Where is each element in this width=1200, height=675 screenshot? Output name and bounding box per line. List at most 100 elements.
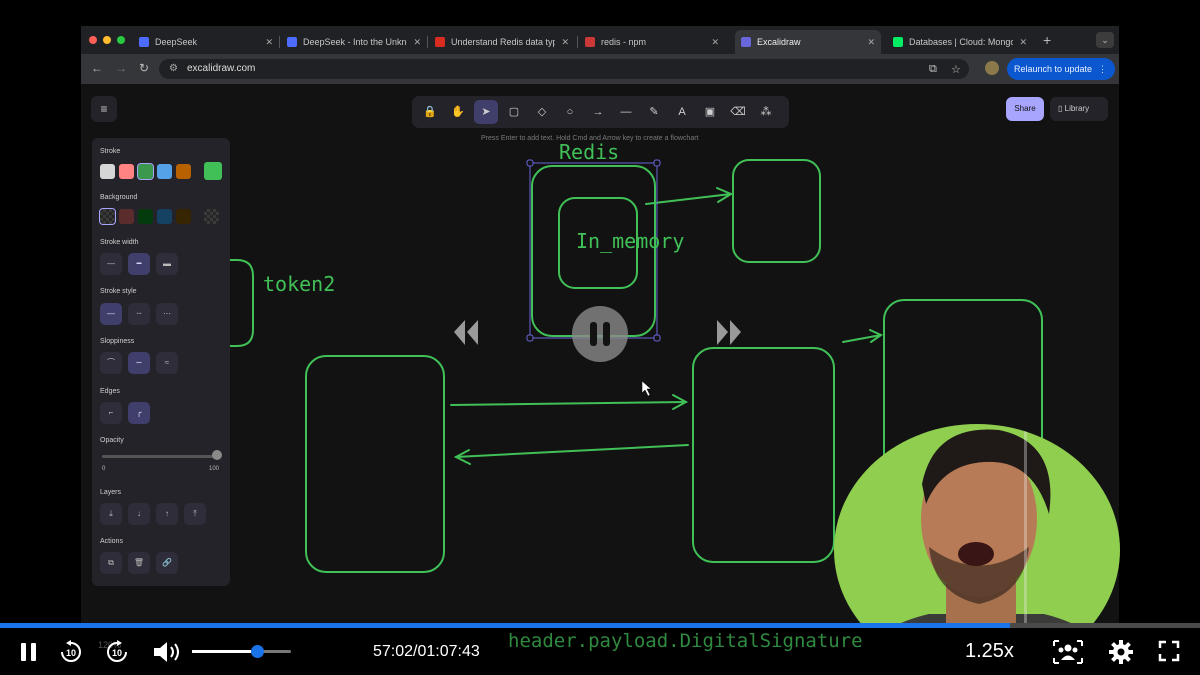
send-backward-button[interactable]: ↓ bbox=[128, 503, 150, 525]
bring-forward-button[interactable]: ↑ bbox=[156, 503, 178, 525]
arrow-icon[interactable]: → bbox=[586, 100, 610, 124]
tab-close-icon[interactable]: ✕ bbox=[1019, 37, 1027, 48]
stroke-width-extra-bold-button[interactable]: ▬ bbox=[156, 253, 178, 275]
share-button[interactable]: Share bbox=[1006, 97, 1044, 121]
opacity-slider[interactable] bbox=[102, 455, 218, 458]
line-icon[interactable]: — bbox=[614, 100, 638, 124]
relaunch-to-update-button[interactable]: Relaunch to update ⋮ bbox=[1007, 58, 1115, 80]
browser-tab[interactable]: redis - npm ✕ bbox=[579, 30, 725, 54]
bring-to-front-button[interactable]: ⤒ bbox=[184, 503, 206, 525]
browser-tab[interactable]: Understand Redis data typ ✕ bbox=[429, 30, 575, 54]
background-color-swatch[interactable] bbox=[176, 209, 191, 224]
current-stroke-color[interactable] bbox=[204, 162, 222, 180]
lock-icon[interactable]: 🔒 bbox=[418, 100, 442, 124]
participants-icon[interactable] bbox=[1052, 639, 1084, 665]
tab-favicon-icon bbox=[893, 37, 903, 47]
edges-round-button[interactable]: ╭ bbox=[128, 402, 150, 424]
profile-avatar[interactable] bbox=[985, 61, 999, 75]
tab-search-button[interactable]: ⌄ bbox=[1096, 32, 1114, 48]
left-large-box[interactable] bbox=[305, 355, 445, 573]
tab-close-icon[interactable]: ✕ bbox=[561, 37, 569, 48]
browser-tab[interactable]: DeepSeek ✕ bbox=[133, 30, 279, 54]
tab-close-icon[interactable]: ✕ bbox=[265, 37, 273, 48]
fullscreen-icon[interactable] bbox=[1158, 640, 1180, 662]
duplicate-button[interactable]: ⧉ bbox=[100, 552, 122, 574]
back-button[interactable]: ← bbox=[91, 61, 103, 75]
stroke-color-swatch[interactable] bbox=[157, 164, 172, 179]
properties-panel: Stroke Background Stroke width — ━ ▬ Str… bbox=[92, 138, 230, 586]
background-color-swatch[interactable] bbox=[138, 209, 153, 224]
token-box-partial[interactable] bbox=[228, 259, 254, 347]
forward-button[interactable]: → bbox=[115, 61, 127, 75]
background-color-swatch[interactable] bbox=[157, 209, 172, 224]
stroke-width-thin-button[interactable]: — bbox=[100, 253, 122, 275]
center-right-box[interactable] bbox=[692, 347, 835, 563]
stroke-color-swatch[interactable] bbox=[137, 163, 154, 180]
rectangle-icon[interactable]: ▢ bbox=[502, 100, 526, 124]
playback-speed-button[interactable]: 1.25x bbox=[965, 640, 1014, 663]
eraser-icon[interactable]: ⌫ bbox=[726, 100, 750, 124]
arrow-center-to-left[interactable] bbox=[455, 444, 689, 458]
address-bar[interactable]: ⚙ excalidraw.com ⧉ ☆ bbox=[159, 59, 969, 79]
browser-tab[interactable]: DeepSeek - Into the Unkno ✕ bbox=[281, 30, 427, 54]
stroke-color-swatch[interactable] bbox=[100, 164, 115, 179]
opacity-slider-thumb[interactable] bbox=[212, 450, 222, 460]
site-info-icon[interactable]: ⚙ bbox=[169, 63, 178, 74]
pause-button[interactable] bbox=[18, 640, 40, 664]
in-memory-label[interactable]: In_memory bbox=[576, 229, 684, 253]
stroke-style-dashed-button[interactable]: ┄ bbox=[128, 303, 150, 325]
tab-close-icon[interactable]: ✕ bbox=[413, 37, 421, 48]
time-display: 57:02/01:07:43 bbox=[373, 643, 480, 660]
volume-slider-thumb[interactable] bbox=[251, 645, 264, 658]
send-to-back-button[interactable]: ⤓ bbox=[100, 503, 122, 525]
sloppiness-architect-button[interactable]: ⌒ bbox=[100, 352, 122, 374]
volume-icon[interactable] bbox=[151, 639, 183, 665]
stroke-color-swatch[interactable] bbox=[176, 164, 191, 179]
browser-tab[interactable]: Databases | Cloud: Mongo ✕ bbox=[887, 30, 1033, 54]
background-color-swatch[interactable] bbox=[204, 209, 219, 224]
delete-button[interactable]: 🗑 bbox=[128, 552, 150, 574]
tab-favicon-icon bbox=[139, 37, 149, 47]
redis-label[interactable]: Redis bbox=[559, 140, 619, 164]
pencil-icon[interactable]: ✎ bbox=[642, 100, 666, 124]
text-icon[interactable]: A bbox=[670, 100, 694, 124]
diamond-icon[interactable]: ◇ bbox=[530, 100, 554, 124]
background-color-swatch[interactable] bbox=[119, 209, 134, 224]
tab-close-icon[interactable]: ✕ bbox=[867, 37, 875, 48]
stroke-style-solid-button[interactable]: — bbox=[100, 303, 122, 325]
sloppiness-cartoonist-button[interactable]: ≈ bbox=[156, 352, 178, 374]
bookmark-star-icon[interactable]: ☆ bbox=[951, 63, 961, 76]
main-menu-button[interactable]: ≡ bbox=[91, 96, 117, 122]
browser-tab[interactable]: Excalidraw ✕ bbox=[735, 30, 881, 54]
stroke-width-bold-button[interactable]: ━ bbox=[128, 253, 150, 275]
edges-sharp-button[interactable]: ⌐ bbox=[100, 402, 122, 424]
tab-bar: DeepSeek ✕ DeepSeek - Into the Unkno ✕ Under… bbox=[81, 26, 1119, 54]
link-button[interactable]: 🔗 bbox=[156, 552, 178, 574]
selection-icon[interactable]: ➤ bbox=[474, 100, 498, 124]
rewind-10-button[interactable]: 10 bbox=[58, 639, 84, 665]
library-button[interactable]: ▯ Library bbox=[1050, 97, 1108, 121]
stroke-width-label: Stroke width bbox=[100, 239, 139, 246]
minimize-window-button[interactable] bbox=[103, 36, 111, 44]
stroke-style-dotted-button[interactable]: ⋯ bbox=[156, 303, 178, 325]
reload-button[interactable]: ↻ bbox=[139, 61, 149, 75]
volume-slider[interactable] bbox=[192, 650, 291, 653]
sloppiness-artist-button[interactable]: ∽ bbox=[128, 352, 150, 374]
arrow-left-to-center[interactable] bbox=[450, 401, 687, 406]
stroke-color-swatch[interactable] bbox=[119, 164, 134, 179]
image-icon[interactable]: ▣ bbox=[698, 100, 722, 124]
ellipse-icon[interactable]: ○ bbox=[558, 100, 582, 124]
actions-label: Actions bbox=[100, 538, 123, 545]
close-window-button[interactable] bbox=[89, 36, 97, 44]
settings-gear-icon[interactable] bbox=[1108, 639, 1134, 665]
install-app-icon[interactable]: ⧉ bbox=[929, 63, 937, 76]
background-color-swatch[interactable] bbox=[99, 208, 116, 225]
new-tab-button[interactable]: + bbox=[1043, 32, 1051, 48]
hand-icon[interactable]: ✋ bbox=[446, 100, 470, 124]
more-tools-icon[interactable]: ⁂ bbox=[754, 100, 778, 124]
maximize-window-button[interactable] bbox=[117, 36, 125, 44]
token2-label[interactable]: token2 bbox=[263, 272, 335, 296]
forward-10-button[interactable]: 10 bbox=[104, 639, 130, 665]
tab-close-icon[interactable]: ✕ bbox=[711, 37, 719, 48]
top-right-box[interactable] bbox=[732, 159, 821, 263]
